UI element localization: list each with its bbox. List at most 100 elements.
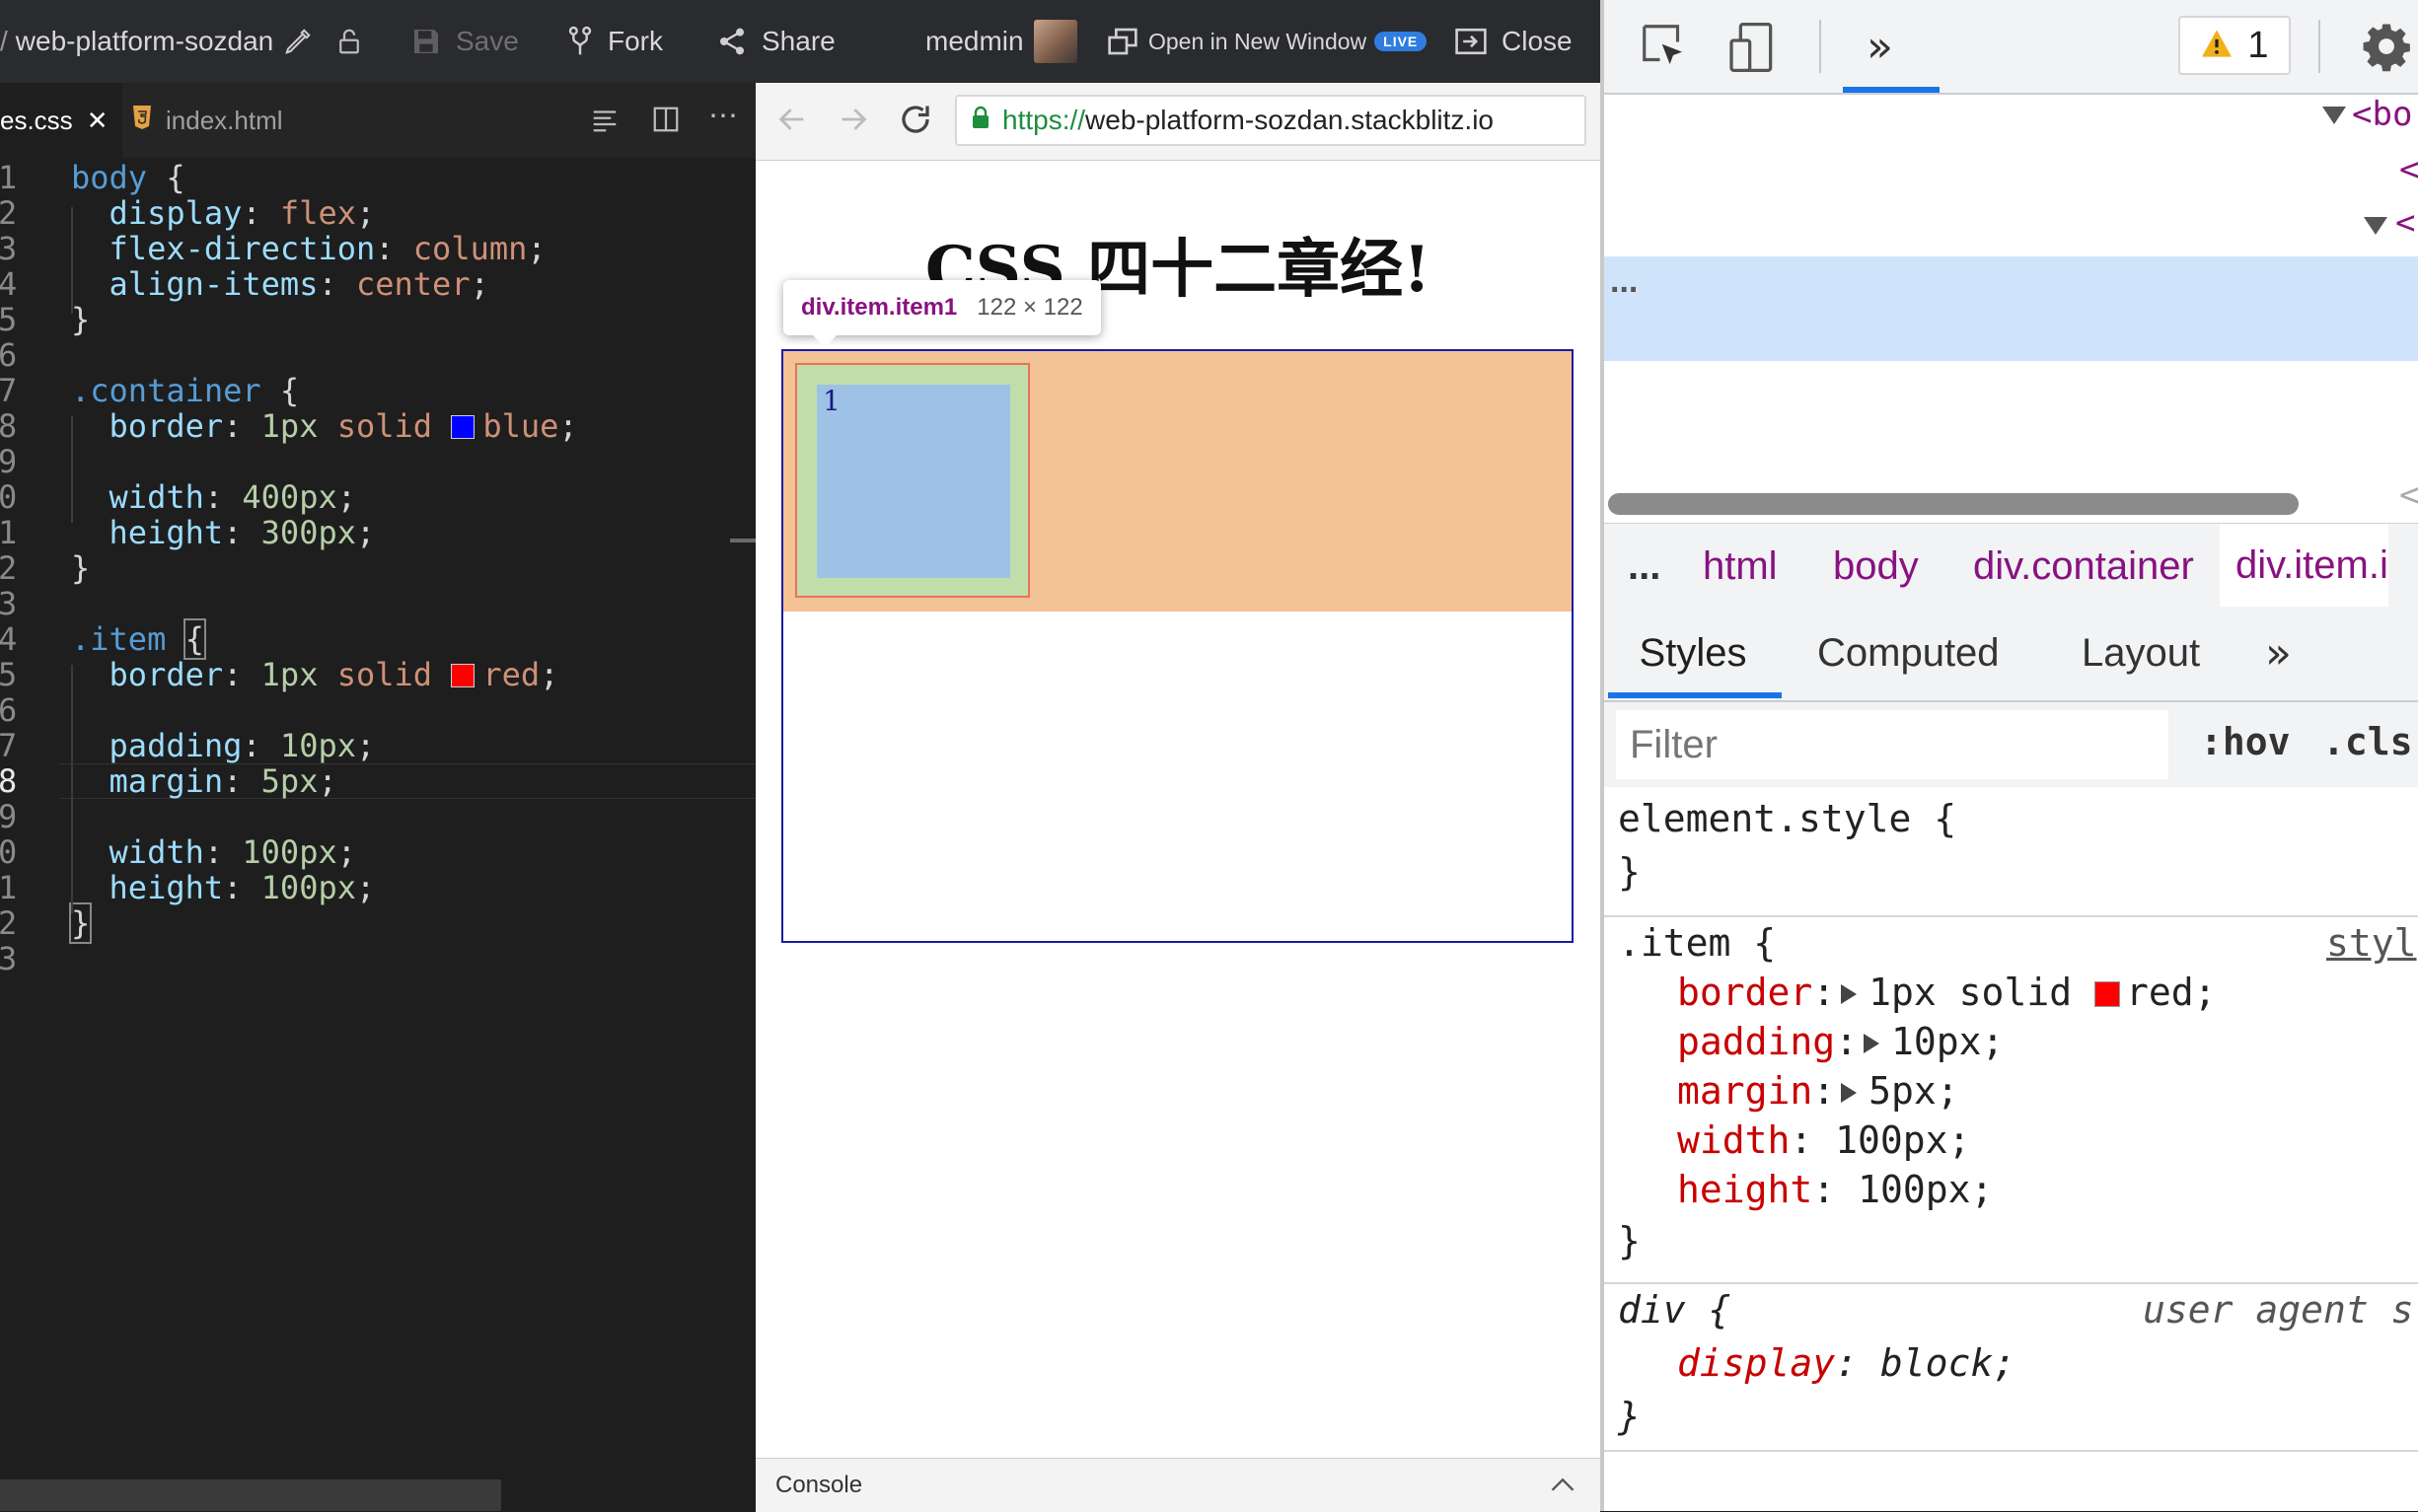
expand-triangle-icon[interactable] <box>1864 1034 1880 1053</box>
back-arrow-icon[interactable] <box>775 103 809 141</box>
minimap-slider[interactable] <box>730 539 756 542</box>
expand-triangle-icon[interactable] <box>1841 1083 1858 1103</box>
crumb-html[interactable]: html <box>1703 524 1778 609</box>
more-tabs-chevron-icon[interactable]: » <box>1867 22 1893 72</box>
item1-box[interactable]: 1 <box>795 363 1030 598</box>
code-line[interactable]: padding: 10px; <box>71 728 376 763</box>
forward-arrow-icon[interactable] <box>837 103 870 141</box>
share-button[interactable]: Share <box>716 0 836 83</box>
preview-pane: https:// web-platform-sozdan.stackblitz.… <box>756 83 1600 1512</box>
code-line[interactable]: } <box>71 302 90 337</box>
inspect-tooltip: div.item.item1 122 × 122 <box>783 280 1101 347</box>
declaration-height[interactable]: height: 100px; <box>1677 1168 1993 1211</box>
more-tabs-chevron-icon[interactable]: » <box>2265 608 2292 698</box>
code-line[interactable]: display: flex; <box>71 195 376 231</box>
declaration-border[interactable]: border: 1px solid red; <box>1677 971 2216 1014</box>
url-field[interactable]: https:// web-platform-sozdan.stackblitz.… <box>955 95 1586 146</box>
declaration-margin[interactable]: margin: 5px; <box>1677 1069 1959 1113</box>
code-line[interactable]: flex-direction: column; <box>71 231 547 266</box>
code-line[interactable]: } <box>68 902 93 944</box>
project-name[interactable]: web-platform-sozdan <box>16 26 273 57</box>
fork-button[interactable]: Fork <box>566 0 663 83</box>
rule-selector[interactable]: .item { <box>1618 921 1776 965</box>
toolbar-divider <box>1819 20 1821 73</box>
hov-toggle[interactable]: :hov <box>2200 720 2291 763</box>
line-number: 7 <box>0 727 18 764</box>
expand-triangle-icon[interactable] <box>2322 107 2346 124</box>
more-icon[interactable]: ⋯ <box>708 99 738 133</box>
code-line[interactable]: border: 1px solid red; <box>71 657 559 692</box>
code-line[interactable]: height: 100px; <box>71 870 376 905</box>
crumb-div-container[interactable]: div.container <box>1973 524 2194 609</box>
declaration-padding[interactable]: padding: 10px; <box>1677 1020 2004 1063</box>
devtools-toolbar: » 1 <box>1604 0 2418 95</box>
tooltip-selector: div.item.item1 <box>801 294 958 321</box>
code-line[interactable]: align-items: center; <box>71 266 489 302</box>
tab-styles-css[interactable]: es.css ✕ <box>0 83 122 158</box>
format-icon[interactable] <box>590 105 620 139</box>
crumb-more[interactable]: ... <box>1628 524 1660 609</box>
console-bar[interactable]: Console <box>756 1458 1600 1512</box>
rule-source-link[interactable]: styl <box>2326 921 2417 965</box>
device-toolbar-icon[interactable] <box>1724 20 1780 80</box>
tab-styles[interactable]: Styles <box>1604 608 1782 698</box>
unlock-icon[interactable] <box>334 27 364 56</box>
reload-icon[interactable] <box>898 102 933 142</box>
open-new-window-button[interactable]: Open in New Window LIVE <box>1107 0 1428 83</box>
dom-tree[interactable]: <bo < < ... < <box>1604 95 2418 515</box>
crumb-div-item[interactable]: div.item.i <box>2220 524 2388 607</box>
dom-node-body[interactable]: <bo <box>2352 95 2412 134</box>
crumb-body[interactable]: body <box>1833 524 1919 609</box>
expand-triangle-icon[interactable] <box>1841 984 1858 1004</box>
user-menu[interactable]: medmin <box>925 0 1077 83</box>
rule-selector[interactable]: element.style { <box>1618 797 1956 840</box>
dom-node[interactable]: < <box>2395 203 2415 243</box>
dom-node-faded: < <box>2399 475 2418 515</box>
new-window-icon <box>1107 27 1138 56</box>
color-swatch[interactable] <box>2093 981 2120 1007</box>
code-line[interactable]: width: 400px; <box>71 479 356 515</box>
save-button[interactable]: Save <box>410 0 519 83</box>
floppy-icon <box>410 26 442 57</box>
code-line[interactable]: height: 300px; <box>71 515 376 550</box>
declaration-width[interactable]: width: 100px; <box>1677 1118 1970 1162</box>
code-line[interactable]: .item { <box>71 618 206 660</box>
declaration-property: border <box>1677 971 1813 1014</box>
code-editor[interactable]: 1 body {2 display: flex; 3 flex-direction:… <box>0 158 756 1511</box>
line-number: 4 <box>0 265 18 303</box>
horizontal-scrollbar[interactable] <box>0 1479 501 1511</box>
code-line[interactable]: .container { <box>71 373 299 408</box>
line-number: 4 <box>0 620 18 658</box>
tab-computed[interactable]: Computed <box>1817 608 2000 698</box>
save-label: Save <box>456 26 519 56</box>
expand-triangle-icon[interactable] <box>2364 217 2387 235</box>
styles-filter-input[interactable] <box>1616 710 2168 779</box>
code-line[interactable]: } <box>71 550 90 586</box>
code-line[interactable]: width: 100px; <box>71 834 356 870</box>
tab-layout[interactable]: Layout <box>2082 608 2200 698</box>
declaration-value: 5px; <box>1868 1069 1959 1113</box>
code-line[interactable]: margin: 5px; <box>71 763 337 799</box>
code-line[interactable]: border: 1px solid blue; <box>71 408 578 444</box>
gear-icon[interactable] <box>2360 20 2413 78</box>
close-label: Close <box>1502 26 1573 56</box>
line-number: 8 <box>0 407 18 445</box>
html5-icon <box>132 105 152 137</box>
chevron-up-icon[interactable] <box>1549 1473 1576 1503</box>
close-button[interactable]: Close <box>1454 0 1573 83</box>
tab-index-html[interactable]: index.html <box>122 83 333 158</box>
dom-node[interactable]: < <box>2399 150 2418 189</box>
element-breadcrumbs: ... html body div.container div.item.i <box>1604 523 2418 610</box>
dom-horizontal-scrollbar[interactable] <box>1608 493 2299 515</box>
close-icon[interactable]: ✕ <box>87 106 109 136</box>
dom-ellipsis[interactable]: ... <box>1610 262 1638 301</box>
cls-toggle[interactable]: .cls <box>2322 720 2413 763</box>
pencil-icon[interactable] <box>283 27 313 56</box>
flex-container[interactable]: 1 <box>781 349 1574 943</box>
warnings-badge[interactable]: 1 <box>2178 16 2291 75</box>
split-editor-icon[interactable] <box>651 105 681 139</box>
selected-dom-row[interactable]: ... <box>1604 256 2418 361</box>
div-user-agent-rule: div { user agent s display: block; } <box>1604 1282 2418 1452</box>
inspect-element-icon[interactable] <box>1638 20 1691 78</box>
code-line[interactable]: body { <box>71 160 185 195</box>
